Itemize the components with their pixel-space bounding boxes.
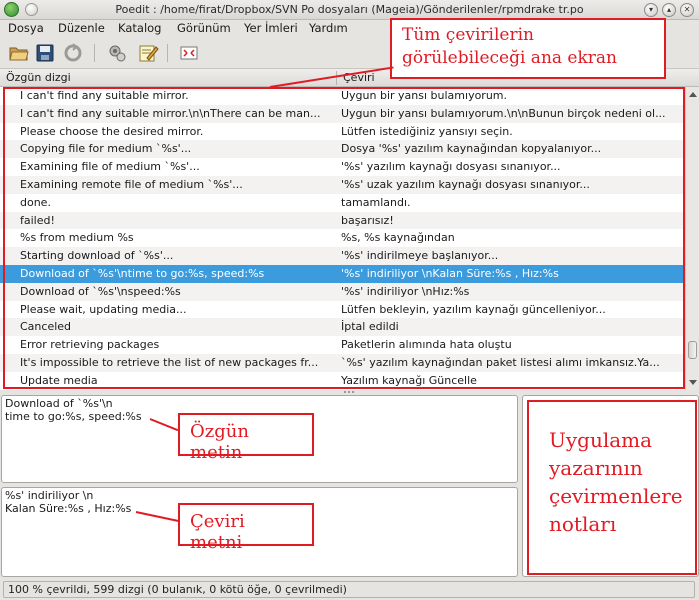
scroll-down-icon[interactable]: [689, 380, 697, 385]
status-text: 100 % çevrildi, 599 dizgi (0 bulanık, 0 …: [3, 581, 695, 598]
splitter-handle[interactable]: [348, 391, 350, 393]
menu-catalog[interactable]: Katalog: [118, 21, 161, 35]
validate-icon[interactable]: [62, 42, 84, 64]
column-separator[interactable]: [336, 71, 337, 85]
title-bar: Poedit : /home/firat/Dropbox/SVN Po dosy…: [0, 0, 699, 20]
source-text-callout-text: Özgün metin: [190, 421, 249, 463]
status-bar: 100 % çevrildi, 599 dizgi (0 bulanık, 0 …: [0, 580, 699, 600]
toolbar-separator: [167, 44, 168, 62]
scroll-thumb[interactable]: [688, 341, 697, 359]
menu-bookmarks[interactable]: Yer İmleri: [244, 21, 298, 35]
toolbar-separator: [94, 44, 95, 62]
menu-help[interactable]: Yardım: [309, 21, 348, 35]
edit-comment-icon[interactable]: [137, 42, 159, 64]
maximize-button[interactable]: ▴: [662, 3, 676, 17]
notes-callout-text: Uygulama yazarının çevirmenlere notları: [549, 428, 683, 536]
translation-text-callout: Çeviri metni: [178, 503, 314, 553]
splitter-handle[interactable]: [352, 391, 354, 393]
menu-edit[interactable]: Düzenle: [58, 21, 105, 35]
splitter-handle[interactable]: [344, 391, 346, 393]
list-scrollbar[interactable]: [685, 87, 699, 390]
menu-view[interactable]: Görünüm: [177, 21, 231, 35]
main-view-callout-text: Tüm çevirilerin görülebileceği ana ekran: [402, 25, 618, 68]
scroll-up-icon[interactable]: [689, 92, 697, 97]
column-source-header[interactable]: Özgün dizgi: [6, 71, 71, 84]
translation-text-callout-text: Çeviri metni: [190, 511, 245, 553]
notes-callout: Uygulama yazarının çevirmenlere notları: [527, 400, 697, 575]
main-view-callout: Tüm çevirilerin görülebileceği ana ekran: [390, 18, 666, 79]
close-button[interactable]: ✕: [680, 3, 694, 17]
save-icon[interactable]: [34, 42, 56, 64]
menu-file[interactable]: Dosya: [8, 21, 44, 35]
main-view-highlight: [3, 87, 685, 389]
source-text-callout: Özgün metin: [178, 413, 314, 463]
fullscreen-icon[interactable]: [178, 42, 200, 64]
minimize-button[interactable]: ▾: [644, 3, 658, 17]
open-icon[interactable]: [8, 42, 30, 64]
window-title: Poedit : /home/firat/Dropbox/SVN Po dosy…: [115, 3, 584, 16]
update-catalog-icon[interactable]: [106, 42, 128, 64]
